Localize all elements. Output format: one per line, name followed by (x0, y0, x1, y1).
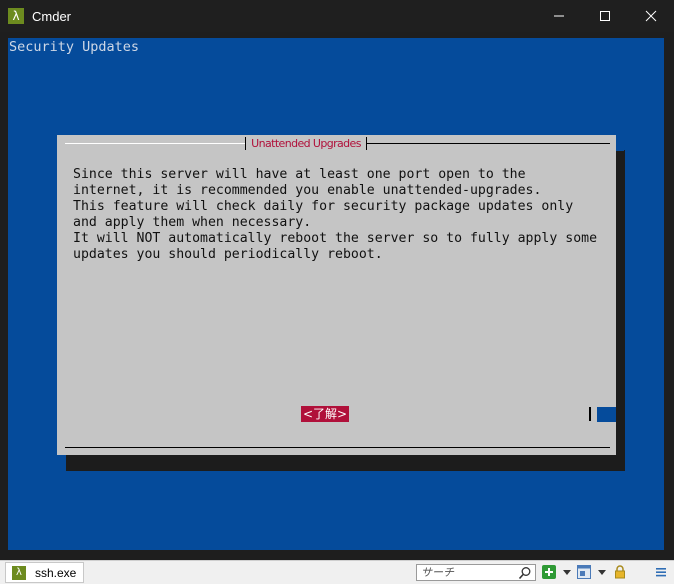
dialog-frame-top (65, 143, 245, 144)
search-input[interactable] (417, 565, 521, 580)
maximize-icon (600, 11, 610, 21)
dialog-frame-bottom (65, 447, 610, 448)
tab-label: ssh.exe (35, 565, 77, 580)
window-title: Cmder (32, 8, 72, 24)
dialog-frame-tick (245, 137, 246, 150)
cmder-lambda-icon: λ (12, 565, 26, 580)
close-button[interactable] (628, 0, 674, 32)
dialog-shadow (616, 150, 625, 470)
search-box[interactable] (416, 564, 536, 581)
dialog-message: Since this server will have at least one… (73, 167, 598, 262)
minimize-icon (554, 15, 564, 17)
terminal-cursor (589, 407, 591, 421)
minimize-button[interactable] (536, 0, 582, 32)
close-icon (645, 10, 657, 22)
background-title: Security Updates (9, 39, 140, 55)
ok-button[interactable]: <了解> (301, 406, 350, 422)
terminal-edge (664, 38, 666, 550)
search-icon[interactable] (518, 566, 532, 580)
dialog-frame-top (366, 143, 610, 144)
menu-icon[interactable] (654, 565, 668, 579)
title-bar: λ Cmder (0, 0, 674, 32)
dropdown-arrow-icon[interactable] (595, 565, 609, 579)
status-bar: λ ssh.exe (0, 560, 674, 584)
new-console-icon[interactable] (542, 565, 556, 579)
dialog-shadow (66, 455, 625, 471)
console-window-icon[interactable] (577, 565, 591, 579)
window-controls (536, 0, 674, 32)
terminal-cursor-block (597, 407, 616, 422)
shadow-gap (616, 143, 624, 151)
unattended-upgrades-dialog: Unattended Upgrades Since this server wi… (57, 135, 625, 455)
lock-icon[interactable] (613, 565, 627, 579)
dialog-title: Unattended Upgrades (251, 137, 361, 150)
dropdown-arrow-icon[interactable] (560, 565, 574, 579)
tab-ssh-exe[interactable]: λ ssh.exe (5, 562, 84, 583)
dialog-shadow (616, 407, 625, 422)
cmder-lambda-icon[interactable]: λ (8, 8, 24, 24)
maximize-button[interactable] (582, 0, 628, 32)
